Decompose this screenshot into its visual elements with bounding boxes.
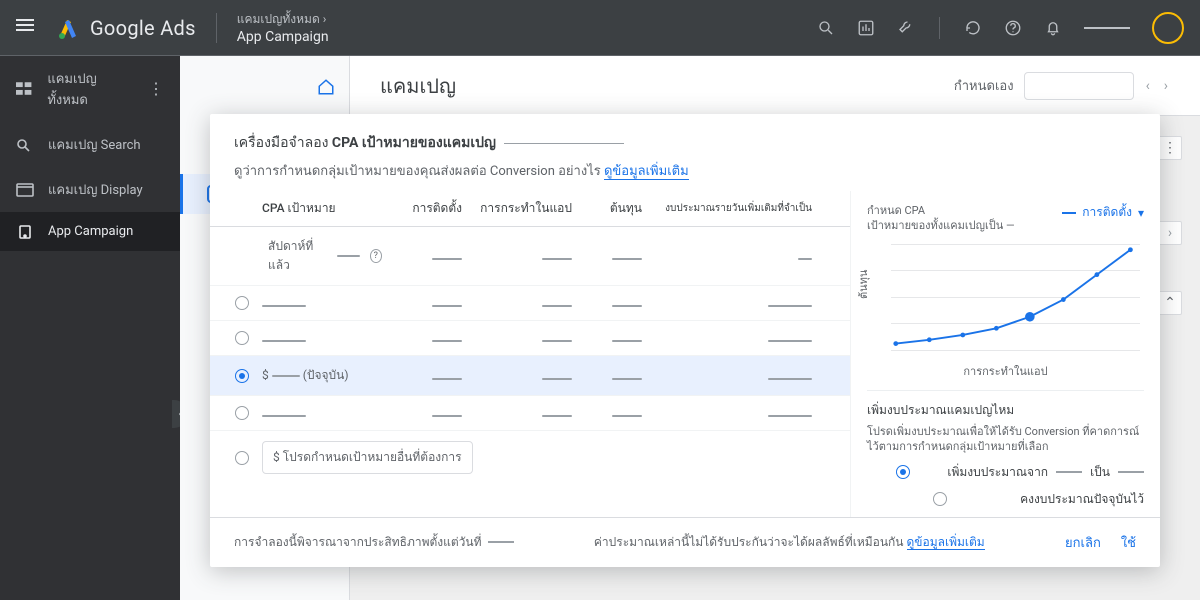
- nav-search-campaign[interactable]: แคมเปญ Search: [0, 122, 180, 167]
- modal-description: ดูว่าการกำหนดกลุ่มเป้าหมายของคุณส่งผลต่อ…: [234, 160, 1136, 181]
- chart-ylabel: ต้นทุน: [854, 269, 872, 298]
- col-extra-budget: งบประมาณรายวันเพิ่มเติมที่จำเป็น: [642, 201, 812, 216]
- nav-label: แคมเปญ Display: [48, 179, 143, 200]
- col-cost: ต้นทุน: [572, 199, 642, 218]
- nav-app-campaign[interactable]: App Campaign: [0, 212, 180, 251]
- chart-xlabel: การกระทำในแอป: [867, 362, 1144, 380]
- reports-icon[interactable]: [857, 19, 875, 37]
- account-placeholder[interactable]: [1084, 27, 1130, 29]
- divider: [939, 17, 940, 39]
- col-target-cpa: CPA เป้าหมาย: [262, 199, 382, 218]
- display-icon: [16, 183, 34, 197]
- chart-metric-select[interactable]: การติดตั้ง ▾: [1062, 203, 1144, 222]
- avatar[interactable]: [1152, 12, 1184, 44]
- radio-option-selected[interactable]: [235, 369, 249, 383]
- chart-panel: กำหนด CPA เป้าหมายของทั้งแคมเปญเป็น — กา…: [850, 191, 1160, 517]
- radio-option[interactable]: [235, 406, 249, 420]
- simulator-table: CPA เป้าหมาย การติดตั้ง การกระทำในแอป ต้…: [210, 191, 850, 517]
- nav-display-campaign[interactable]: แคมเปญ Display: [0, 167, 180, 212]
- divider: [216, 13, 217, 43]
- budget-option-increase[interactable]: เพิ่มงบประมาณจากเป็น: [867, 463, 1144, 482]
- date-range-label: กำหนดเอง: [954, 75, 1014, 96]
- breadcrumb-top: แคมเปญทั้งหมด ›: [237, 10, 329, 29]
- search-campaign-icon: [16, 138, 34, 152]
- notifications-icon[interactable]: [1044, 19, 1062, 37]
- col-in-app: การกระทำในแอป: [462, 199, 572, 218]
- card-menu-icon[interactable]: ⋮: [1158, 136, 1182, 160]
- nav-label: แคมเปญทั้งหมด: [47, 68, 134, 110]
- card-expand-icon[interactable]: ⌃: [1158, 291, 1182, 315]
- page-title: แคมเปญ: [380, 70, 456, 102]
- topbar: Google Ads แคมเปญทั้งหมด › App Campaign: [0, 0, 1200, 56]
- google-ads-logo: [56, 16, 80, 40]
- card-next-icon[interactable]: ›: [1158, 221, 1182, 245]
- table-row[interactable]: [210, 321, 850, 356]
- topbar-actions: [817, 12, 1184, 44]
- budget-section: เพิ่มงบประมาณแคมเปญไหม โปรดเพิ่มงบประมาณ…: [867, 390, 1144, 509]
- footer-learn-link[interactable]: ดูข้อมูลเพิ่มเติม: [907, 535, 985, 550]
- radio-option[interactable]: [933, 492, 947, 506]
- nav-label: แคมเปญ Search: [48, 134, 141, 155]
- home-icon[interactable]: [317, 78, 335, 96]
- col-installs: การติดตั้ง: [382, 199, 462, 218]
- help-icon[interactable]: [1004, 19, 1022, 37]
- modal-title: เครื่องมือจำลอง CPA เป้าหมายของแคมเปญ: [234, 132, 1136, 154]
- modal-footer: การจำลองนี้พิจารณาจากประสิทธิภาพตั้งแต่ว…: [210, 517, 1160, 567]
- footer-disclaimer: ค่าประมาณเหล่านี้ไม่ได้รับประกันว่าจะได้…: [594, 535, 907, 549]
- cpa-simulator-modal: เครื่องมือจำลอง CPA เป้าหมายของแคมเปญ ดู…: [210, 114, 1160, 567]
- chevron-down-icon: ▾: [1138, 206, 1144, 220]
- radio-selected[interactable]: [896, 465, 910, 479]
- refresh-icon[interactable]: [964, 19, 982, 37]
- chart-head-2: เป้าหมายของทั้งแคมเปญเป็น —: [867, 218, 1015, 233]
- grid-icon: [16, 82, 33, 96]
- line-chart: ต้นทุน: [867, 240, 1144, 360]
- footer-left: การจำลองนี้พิจารณาจากประสิทธิภาพตั้งแต่ว…: [234, 533, 482, 552]
- apply-button[interactable]: ใช้: [1121, 532, 1136, 553]
- brand-text: Google Ads: [90, 16, 196, 40]
- breadcrumb-sub: App Campaign: [237, 29, 329, 45]
- chart-head-1: กำหนด CPA: [867, 203, 1015, 218]
- menu-icon[interactable]: [16, 16, 40, 40]
- budget-option-keep[interactable]: คงงบประมาณปัจจุบันไว้: [867, 490, 1144, 509]
- radio-option[interactable]: [235, 296, 249, 310]
- tools-icon[interactable]: [897, 19, 915, 37]
- page-header: แคมเปญ กำหนดเอง ‹ ›: [350, 56, 1200, 116]
- budget-title: เพิ่มงบประมาณแคมเปญไหม: [867, 401, 1144, 420]
- table-row-custom[interactable]: $ โปรดกำหนดเป้าหมายอื่นที่ต้องการ: [210, 431, 850, 484]
- breadcrumb[interactable]: แคมเปญทั้งหมด › App Campaign: [237, 10, 329, 45]
- left-nav: แคมเปญทั้งหมด ⋮ แคมเปญ Search แคมเปญ Dis…: [0, 56, 180, 600]
- learn-more-link[interactable]: ดูข้อมูลเพิ่มเติม: [604, 164, 689, 180]
- search-icon[interactable]: [817, 19, 835, 37]
- radio-option[interactable]: [235, 451, 249, 465]
- cancel-button[interactable]: ยกเลิก: [1065, 532, 1101, 553]
- table-row[interactable]: [210, 286, 850, 321]
- help-icon[interactable]: ?: [370, 249, 383, 263]
- prev-period-button[interactable]: ‹: [1144, 78, 1152, 94]
- legend-line-icon: [1062, 212, 1076, 214]
- more-icon[interactable]: ⋮: [148, 81, 164, 97]
- table-row[interactable]: [210, 396, 850, 431]
- row-last-week: สัปดาห์ที่แล้ว?: [210, 227, 850, 286]
- nav-all-campaigns[interactable]: แคมเปญทั้งหมด ⋮: [0, 56, 180, 122]
- app-icon: [16, 225, 34, 239]
- next-period-button[interactable]: ›: [1162, 78, 1170, 94]
- budget-desc: โปรดเพิ่มงบประมาณเพื่อให้ได้รับ Conversi…: [867, 424, 1144, 455]
- date-range-select[interactable]: [1024, 72, 1134, 100]
- custom-target-input[interactable]: $ โปรดกำหนดเป้าหมายอื่นที่ต้องการ: [262, 441, 473, 474]
- table-row-current[interactable]: $ (ปัจจุบัน): [210, 356, 850, 396]
- nav-label: App Campaign: [48, 224, 133, 239]
- radio-option[interactable]: [235, 331, 249, 345]
